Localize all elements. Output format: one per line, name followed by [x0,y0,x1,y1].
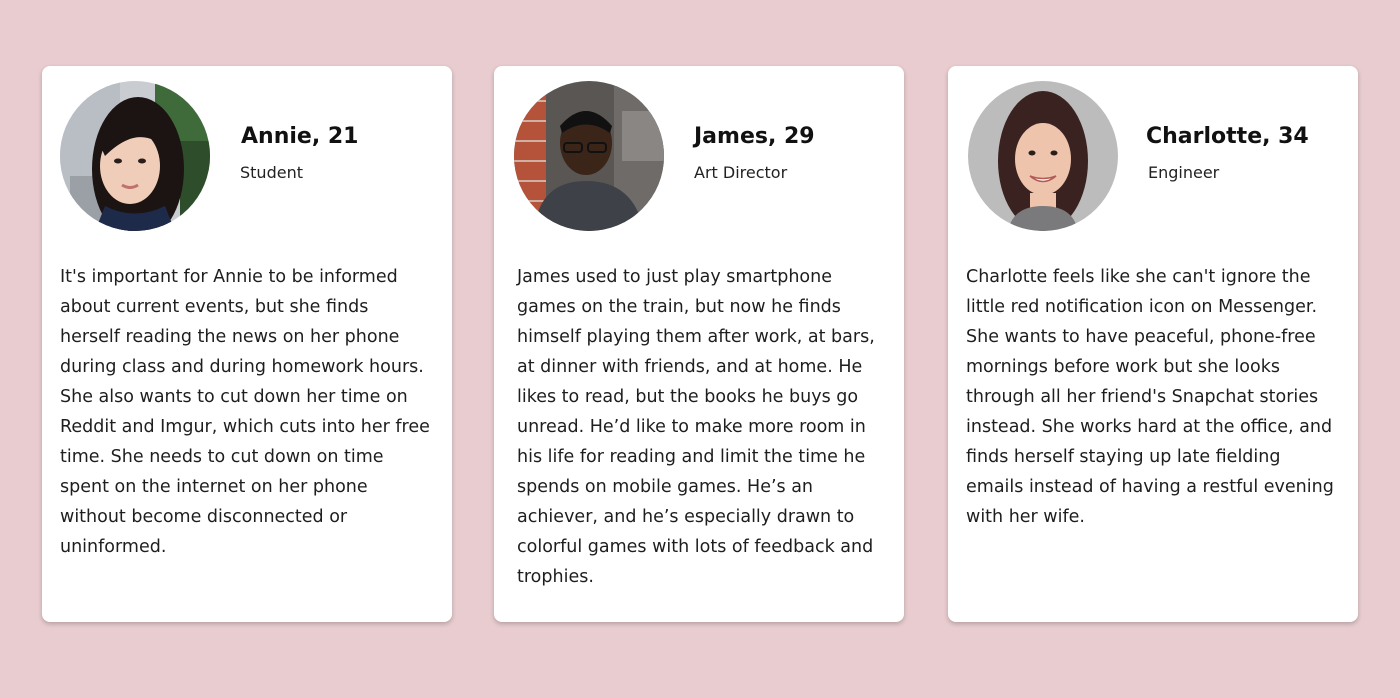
persona-name: James, 29 [694,124,815,149]
persona-card-annie: Annie, 21 Student It's important for Ann… [42,66,452,622]
persona-bio: It's important for Annie to be informed … [60,267,430,557]
avatar-charlotte [968,81,1118,231]
persona-name: Charlotte, 34 [1146,124,1309,149]
avatar-james [514,81,664,231]
persona-role: Student [240,163,303,182]
avatar-photo-icon [60,81,210,231]
persona-card-james: James, 29 Art Director James used to jus… [494,66,904,622]
persona-role: Engineer [1148,163,1220,182]
persona-bio: Charlotte feels like she can't ignore th… [966,267,1334,527]
persona-role: Art Director [694,163,788,182]
avatar-photo-icon [514,81,664,231]
persona-card-charlotte: Charlotte, 34 Engineer Charlotte feels l… [948,66,1358,622]
persona-bio: James used to just play smartphone games… [517,267,875,587]
persona-name: Annie, 21 [241,124,359,149]
avatar-photo-icon [968,81,1118,231]
avatar-annie [60,81,210,231]
